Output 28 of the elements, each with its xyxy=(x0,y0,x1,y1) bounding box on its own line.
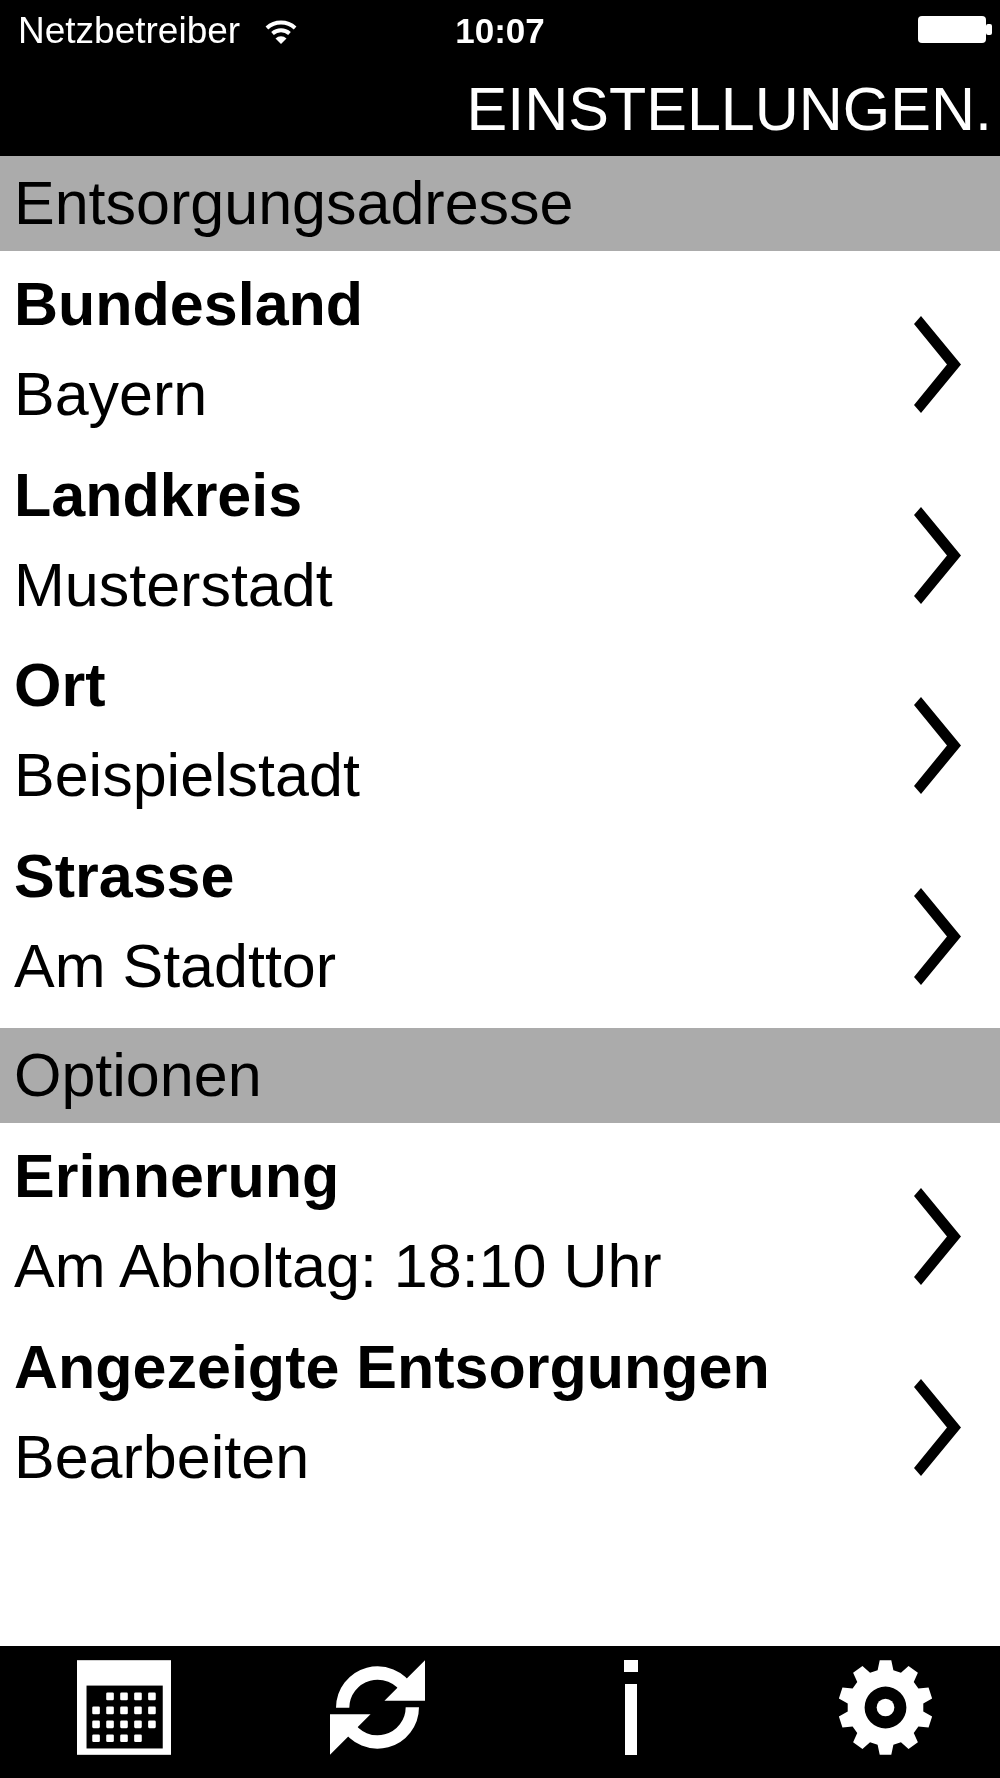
setting-value: Am Abholtag: 18:10 Uhr xyxy=(14,1231,662,1302)
chevron-right-icon[interactable] xyxy=(914,506,961,604)
battery-icon xyxy=(918,16,992,43)
setting-value: Bayern xyxy=(14,359,209,430)
chevron-right-icon[interactable] xyxy=(914,1188,961,1285)
setting-label: Ort xyxy=(14,650,107,721)
chevron-right-icon[interactable] xyxy=(914,316,961,413)
setting-label: Strasse xyxy=(14,840,236,912)
setting-label: Bundesland xyxy=(14,269,364,340)
section-header: Optionen xyxy=(0,1028,1000,1123)
refresh-icon[interactable] xyxy=(330,1660,426,1755)
chevron-right-icon[interactable] xyxy=(914,697,961,794)
section-header: Entsorgungsadresse xyxy=(0,156,1000,251)
chevron-right-icon[interactable] xyxy=(914,887,961,985)
setting-value: Am Stadttor xyxy=(14,930,337,1002)
setting-value: Beispielstadt xyxy=(14,740,360,811)
clock-time: 10:07 xyxy=(455,10,545,52)
carrier-name: Netzbetreiber xyxy=(18,9,241,53)
setting-label: Erinnerung xyxy=(14,1141,341,1212)
setting-label: Angezeigte Entsorgungen xyxy=(14,1331,770,1403)
setting-label: Landkreis xyxy=(14,459,304,531)
setting-value: Bearbeiten xyxy=(14,1421,311,1493)
chevron-right-icon[interactable] xyxy=(914,1378,961,1476)
calendar-icon[interactable] xyxy=(76,1660,171,1755)
settings-icon[interactable] xyxy=(837,1660,933,1755)
setting-value: Musterstadt xyxy=(14,549,333,621)
page-title: EINSTELLUNGEN. xyxy=(466,74,993,145)
info-icon[interactable] xyxy=(624,1660,639,1755)
